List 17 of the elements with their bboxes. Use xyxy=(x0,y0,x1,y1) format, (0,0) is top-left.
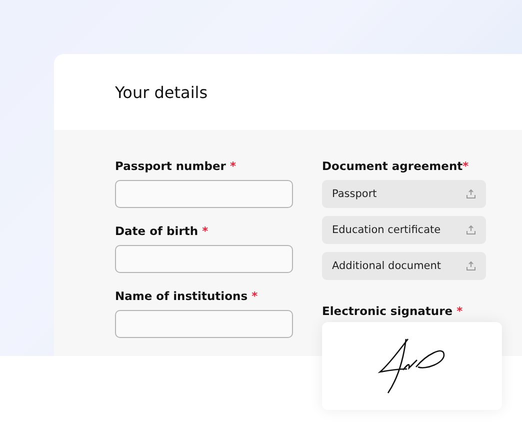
upload-icon xyxy=(466,261,476,271)
input-field[interactable] xyxy=(115,180,293,208)
signature-drawing xyxy=(378,337,446,395)
signature-pad[interactable] xyxy=(322,322,502,410)
field-label: Name of institutions * xyxy=(115,289,259,303)
upload-button[interactable]: Education certificate xyxy=(322,216,486,244)
upload-icon xyxy=(466,225,476,235)
upload-icon xyxy=(466,189,476,199)
input-field[interactable] xyxy=(115,310,293,338)
field-label: Electronic signature * xyxy=(322,304,464,318)
input-field[interactable] xyxy=(115,245,293,273)
upload-button[interactable]: Passport xyxy=(322,180,486,208)
field-label: Date of birth * xyxy=(115,224,210,238)
upload-button[interactable]: Additional document xyxy=(322,252,486,280)
card-title: Your details xyxy=(115,82,208,102)
field-label: Passport number * xyxy=(115,159,237,173)
field-label: Document agreement* xyxy=(322,159,470,173)
